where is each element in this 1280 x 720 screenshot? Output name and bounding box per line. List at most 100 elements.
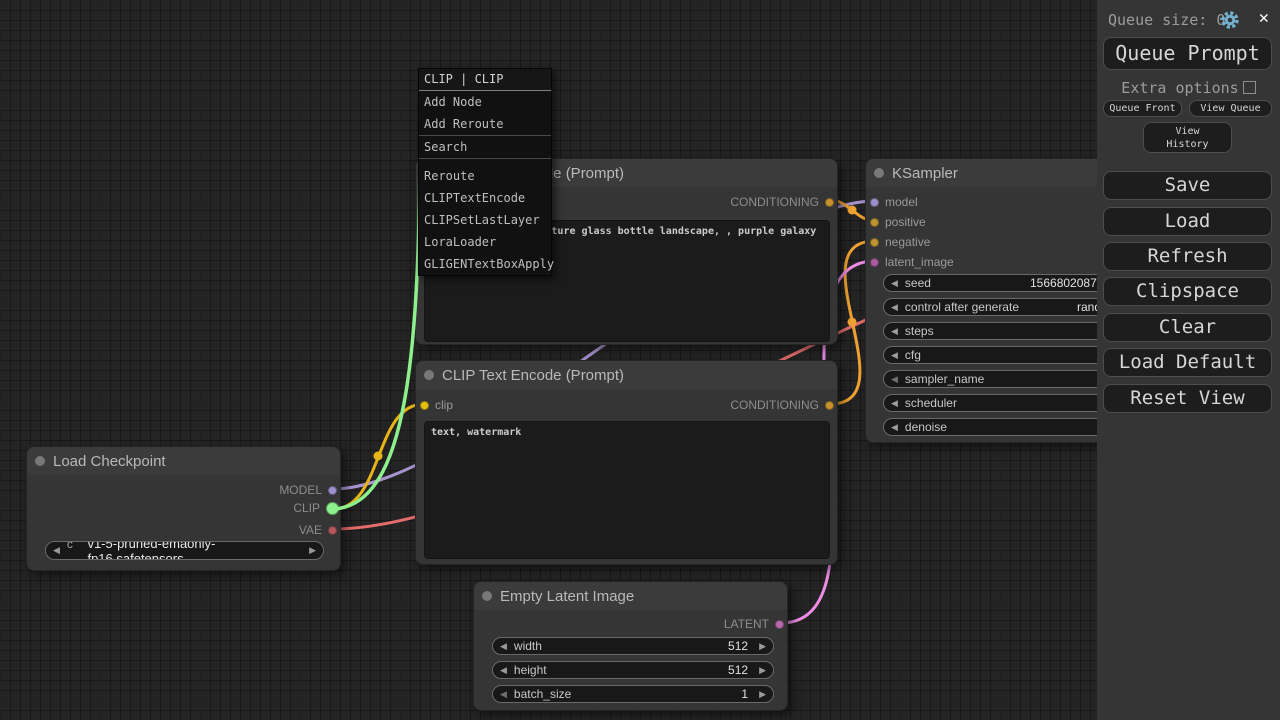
context-menu-title: CLIP | CLIP xyxy=(419,69,551,91)
conditioning-port-dot[interactable] xyxy=(870,238,879,247)
conditioning-port-dot[interactable] xyxy=(870,218,879,227)
widget-value: v1-5-pruned-emaonly-fp16.safetensors xyxy=(87,541,302,560)
next-arrow-icon[interactable]: ▶ xyxy=(752,689,773,700)
node-title-bar[interactable]: Load Checkpoint xyxy=(27,447,340,475)
widget-label: height xyxy=(514,663,547,677)
next-arrow-icon[interactable]: ▶ xyxy=(302,545,323,556)
clear-button[interactable]: Clear xyxy=(1103,313,1272,342)
input-clip[interactable]: clip xyxy=(420,398,453,412)
output-vae[interactable]: VAE xyxy=(299,523,337,537)
prev-arrow-icon[interactable]: ◀ xyxy=(884,374,905,385)
prompt-textarea[interactable]: text, watermark xyxy=(424,421,830,559)
reset-view-button[interactable]: Reset View xyxy=(1103,384,1272,413)
node-collapse-dot[interactable] xyxy=(874,168,884,178)
extra-options-checkbox[interactable] xyxy=(1243,81,1256,94)
widget-label: c ... xyxy=(67,541,86,560)
output-conditioning[interactable]: CONDITIONING xyxy=(730,195,834,209)
clip-port-dot[interactable] xyxy=(326,502,339,515)
node-collapse-dot[interactable] xyxy=(482,591,492,601)
node-title: CLIP Text Encode (Prompt) xyxy=(442,367,624,384)
load-button[interactable]: Load xyxy=(1103,207,1272,236)
port-label: positive xyxy=(885,215,926,229)
link-middle-dot xyxy=(848,318,857,327)
node-title-bar[interactable]: CLIP Text Encode (Prompt) xyxy=(416,361,837,389)
close-icon[interactable]: ✕ xyxy=(1259,8,1269,28)
next-arrow-icon[interactable]: ▶ xyxy=(752,665,773,676)
menu-item-add-reroute[interactable]: Add Reroute xyxy=(419,113,551,135)
input-latent-image[interactable]: latent_image xyxy=(870,255,954,269)
settings-gear-icon[interactable] xyxy=(1219,9,1241,31)
output-conditioning[interactable]: CONDITIONING xyxy=(730,398,834,412)
latent-port-dot[interactable] xyxy=(775,620,784,629)
menu-item-reroute[interactable]: Reroute xyxy=(419,165,551,187)
port-label: CONDITIONING xyxy=(730,398,819,412)
menu-item-add-node[interactable]: Add Node xyxy=(419,91,551,113)
menu-item-clipsetlastlayer[interactable]: CLIPSetLastLayer xyxy=(419,209,551,231)
model-port-dot[interactable] xyxy=(328,486,337,495)
queue-prompt-button[interactable]: Queue Prompt xyxy=(1103,37,1272,70)
width-widget[interactable]: ◀ width 512 ▶ xyxy=(492,637,774,655)
prev-arrow-icon[interactable]: ◀ xyxy=(493,665,514,676)
node-clip-text-encode-negative[interactable]: CLIP Text Encode (Prompt) clip CONDITION… xyxy=(415,360,838,565)
input-positive[interactable]: positive xyxy=(870,215,926,229)
input-model[interactable]: model xyxy=(870,195,918,209)
port-label: MODEL xyxy=(279,483,322,497)
widget-label: steps xyxy=(905,324,934,338)
menu-item-gligentextboxapply[interactable]: GLIGENTextBoxApply xyxy=(419,253,551,275)
context-menu: CLIP | CLIP Add Node Add Reroute Search … xyxy=(418,68,552,276)
link-middle-dot xyxy=(848,206,857,215)
view-queue-button[interactable]: View Queue xyxy=(1189,100,1272,117)
menu-item-search[interactable]: Search xyxy=(419,135,551,159)
node-title: Empty Latent Image xyxy=(500,588,634,605)
prev-arrow-icon[interactable]: ◀ xyxy=(884,398,905,409)
view-history-button[interactable]: View History xyxy=(1143,122,1232,153)
next-arrow-icon[interactable]: ▶ xyxy=(752,641,773,652)
prev-arrow-icon[interactable]: ◀ xyxy=(884,302,905,313)
prev-arrow-icon[interactable]: ◀ xyxy=(884,326,905,337)
input-negative[interactable]: negative xyxy=(870,235,930,249)
menu-item-loraloader[interactable]: LoraLoader xyxy=(419,231,551,253)
clipspace-button[interactable]: Clipspace xyxy=(1103,277,1272,306)
model-port-dot[interactable] xyxy=(870,198,879,207)
prev-arrow-icon[interactable]: ◀ xyxy=(46,545,67,556)
node-collapse-dot[interactable] xyxy=(424,370,434,380)
node-collapse-dot[interactable] xyxy=(35,456,45,466)
port-label: negative xyxy=(885,235,930,249)
conditioning-port-dot[interactable] xyxy=(825,401,834,410)
node-canvas[interactable]: Load Checkpoint MODEL CLIP VAE ◀ c ... v… xyxy=(0,0,1280,720)
refresh-button[interactable]: Refresh xyxy=(1103,242,1272,271)
link-middle-dot xyxy=(374,452,383,461)
latent-port-dot[interactable] xyxy=(870,258,879,267)
menu-item-cliptextencode[interactable]: CLIPTextEncode xyxy=(419,187,551,209)
widget-label: batch_size xyxy=(514,687,571,701)
vae-port-dot[interactable] xyxy=(328,526,337,535)
widget-value: 512 xyxy=(728,639,748,653)
load-default-button[interactable]: Load Default xyxy=(1103,348,1272,377)
widget-value: 1 xyxy=(741,687,748,701)
port-label: latent_image xyxy=(885,255,954,269)
widget-label: scheduler xyxy=(905,396,957,410)
widget-label: denoise xyxy=(905,420,947,434)
node-empty-latent-image[interactable]: Empty Latent Image LATENT ◀ width 512 ▶ … xyxy=(473,581,788,711)
port-label: VAE xyxy=(299,523,322,537)
queue-front-button[interactable]: Queue Front xyxy=(1103,100,1182,117)
save-button[interactable]: Save xyxy=(1103,171,1272,200)
prev-arrow-icon[interactable]: ◀ xyxy=(493,641,514,652)
port-label: CONDITIONING xyxy=(730,195,819,209)
height-widget[interactable]: ◀ height 512 ▶ xyxy=(492,661,774,679)
batch-size-widget[interactable]: ◀ batch_size 1 ▶ xyxy=(492,685,774,703)
node-load-checkpoint[interactable]: Load Checkpoint MODEL CLIP VAE ◀ c ... v… xyxy=(26,446,341,571)
port-label: LATENT xyxy=(724,617,769,631)
ckpt-name-widget[interactable]: ◀ c ... v1-5-pruned-emaonly-fp16.safeten… xyxy=(45,541,324,560)
conditioning-port-dot[interactable] xyxy=(825,198,834,207)
prev-arrow-icon[interactable]: ◀ xyxy=(884,278,905,289)
node-title-bar[interactable]: Empty Latent Image xyxy=(474,582,787,610)
clip-port-dot[interactable] xyxy=(420,401,429,410)
output-model[interactable]: MODEL xyxy=(279,483,337,497)
output-latent[interactable]: LATENT xyxy=(724,617,784,631)
prev-arrow-icon[interactable]: ◀ xyxy=(884,422,905,433)
extra-options-label: Extra options xyxy=(1121,79,1238,97)
output-clip[interactable]: CLIP xyxy=(293,501,337,515)
prev-arrow-icon[interactable]: ◀ xyxy=(884,350,905,361)
prev-arrow-icon[interactable]: ◀ xyxy=(493,689,514,700)
